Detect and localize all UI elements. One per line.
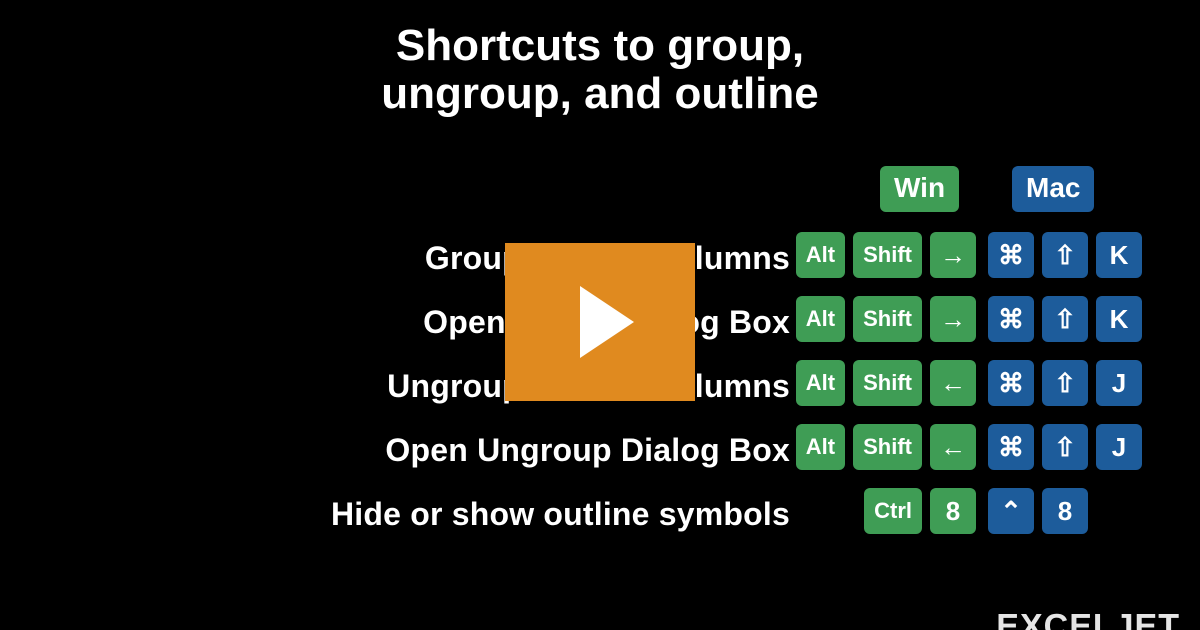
- key-win: Shift: [853, 360, 922, 406]
- win-keys: Ctrl 8: [864, 488, 976, 534]
- title-line-1: Shortcuts to group,: [396, 21, 804, 70]
- command-icon: ⌘: [988, 296, 1034, 342]
- play-icon: [580, 286, 634, 358]
- header-mac: Mac: [1012, 166, 1094, 212]
- mac-keys: ⌘ ⇧ K: [988, 296, 1142, 342]
- win-keys: Alt Shift ←: [796, 424, 976, 470]
- key-win: Shift: [853, 232, 922, 278]
- mac-keys: ⌘ ⇧ J: [988, 360, 1142, 406]
- mac-keys: ⌃ 8: [988, 488, 1088, 534]
- shortcut-row: Open Ungroup Dialog Box Alt Shift ← ⌘ ⇧ …: [0, 424, 1200, 488]
- arrow-left-icon: ←: [930, 424, 976, 470]
- win-keys: Alt Shift →: [796, 296, 976, 342]
- key-win: Alt: [796, 360, 845, 406]
- key-mac: K: [1096, 232, 1142, 278]
- shift-icon: ⇧: [1042, 232, 1088, 278]
- shortcut-description: Open Ungroup Dialog Box: [10, 432, 790, 469]
- command-icon: ⌘: [988, 232, 1034, 278]
- win-keys: Alt Shift ←: [796, 360, 976, 406]
- key-mac: K: [1096, 296, 1142, 342]
- play-button[interactable]: [505, 243, 695, 401]
- title-line-2: ungroup, and outline: [381, 69, 819, 118]
- shortcut-description: Hide or show outline symbols: [10, 496, 790, 533]
- key-win: Alt: [796, 296, 845, 342]
- arrow-right-icon: →: [930, 296, 976, 342]
- win-keys: Alt Shift →: [796, 232, 976, 278]
- key-win: Alt: [796, 232, 845, 278]
- shift-icon: ⇧: [1042, 360, 1088, 406]
- key-win: Shift: [853, 296, 922, 342]
- key-win: Shift: [853, 424, 922, 470]
- key-mac: J: [1096, 360, 1142, 406]
- shift-icon: ⇧: [1042, 296, 1088, 342]
- brand-logo: EXCELJET: [996, 610, 1180, 630]
- shortcut-row: Hide or show outline symbols Ctrl 8 ⌃ 8: [0, 488, 1200, 552]
- command-icon: ⌘: [988, 424, 1034, 470]
- mac-keys: ⌘ ⇧ K: [988, 232, 1142, 278]
- arrow-right-icon: →: [930, 232, 976, 278]
- key-mac: 8: [1042, 488, 1088, 534]
- slide: Shortcuts to group, ungroup, and outline…: [0, 0, 1200, 630]
- key-win: Ctrl: [864, 488, 922, 534]
- key-win: Alt: [796, 424, 845, 470]
- shift-icon: ⇧: [1042, 424, 1088, 470]
- header-win: Win: [880, 166, 959, 212]
- mac-keys: ⌘ ⇧ J: [988, 424, 1142, 470]
- arrow-left-icon: ←: [930, 360, 976, 406]
- control-icon: ⌃: [988, 488, 1034, 534]
- key-win: 8: [930, 488, 976, 534]
- command-icon: ⌘: [988, 360, 1034, 406]
- slide-title: Shortcuts to group, ungroup, and outline: [0, 22, 1200, 119]
- key-mac: J: [1096, 424, 1142, 470]
